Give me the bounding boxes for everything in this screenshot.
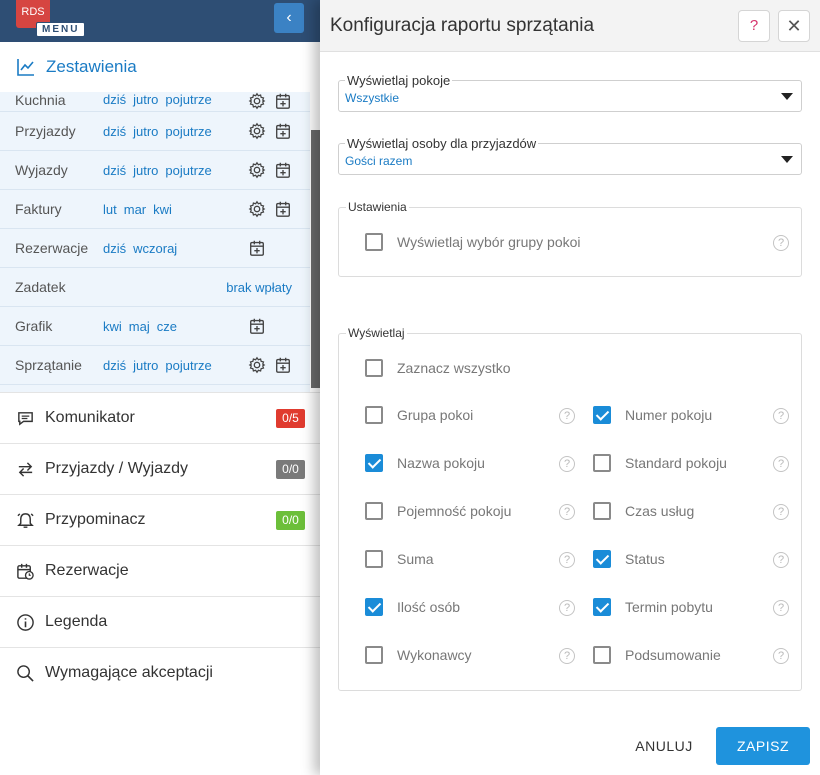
- help-icon[interactable]: ?: [773, 456, 789, 472]
- option-label: Czas usług: [625, 503, 695, 519]
- option-label: Status: [625, 551, 665, 567]
- display-group: Wyświetlaj Zaznacz wszystko Grupa pokoi?…: [338, 326, 802, 691]
- option-checkbox[interactable]: [365, 406, 383, 424]
- help-icon[interactable]: ?: [773, 235, 789, 251]
- option-checkbox[interactable]: [365, 550, 383, 568]
- help-icon[interactable]: ?: [559, 408, 575, 424]
- help-icon[interactable]: ?: [559, 600, 575, 616]
- caret-down-icon: [781, 93, 793, 100]
- people-select[interactable]: Wyświetlaj osoby dla przyjazdów Gości ra…: [338, 136, 802, 175]
- panel-header: Konfiguracja raportu sprzątania ? ✕: [320, 0, 820, 52]
- panel-title: Konfiguracja raportu sprzątania: [330, 14, 595, 36]
- rooms-select-label: Wyświetlaj pokoje: [345, 73, 453, 88]
- option-checkbox[interactable]: [365, 598, 383, 616]
- option-label: Grupa pokoi: [397, 407, 474, 423]
- rooms-select-value: Wszystkie: [345, 91, 399, 105]
- save-button[interactable]: ZAPISZ: [716, 727, 810, 765]
- help-icon[interactable]: ?: [559, 504, 575, 520]
- option-label: Pojemność pokoju: [397, 503, 512, 519]
- help-icon[interactable]: ?: [773, 504, 789, 520]
- option-label: Standard pokoju: [625, 455, 727, 471]
- people-select-value: Gości razem: [345, 154, 413, 168]
- question-icon: ?: [749, 17, 759, 34]
- option-label: Termin pobytu: [625, 599, 713, 615]
- select-all-checkbox[interactable]: [365, 359, 383, 377]
- help-icon[interactable]: ?: [773, 600, 789, 616]
- group-select-checkbox[interactable]: [365, 233, 383, 251]
- option-label: Numer pokoju: [625, 407, 713, 423]
- option-label: Nazwa pokoju: [397, 455, 485, 471]
- select-all-label: Zaznacz wszystko: [397, 360, 511, 376]
- help-icon[interactable]: ?: [773, 648, 789, 664]
- help-icon[interactable]: ?: [559, 456, 575, 472]
- cancel-button[interactable]: ANULUJ: [632, 728, 696, 764]
- option-checkbox[interactable]: [593, 406, 611, 424]
- rooms-select[interactable]: Wyświetlaj pokoje Wszystkie: [338, 73, 802, 112]
- settings-legend: Ustawienia: [346, 200, 409, 214]
- report-config-panel: Konfiguracja raportu sprzątania ? ✕ Wyśw…: [320, 0, 820, 775]
- caret-down-icon: [781, 156, 793, 163]
- option-checkbox[interactable]: [593, 646, 611, 664]
- option-label: Wykonawcy: [397, 647, 472, 663]
- people-select-label: Wyświetlaj osoby dla przyjazdów: [345, 136, 539, 151]
- option-checkbox[interactable]: [365, 646, 383, 664]
- display-legend: Wyświetlaj: [346, 326, 407, 340]
- option-checkbox[interactable]: [593, 454, 611, 472]
- option-label: Podsumowanie: [625, 647, 721, 663]
- help-icon[interactable]: ?: [773, 552, 789, 568]
- option-label: Suma: [397, 551, 434, 567]
- option-checkbox[interactable]: [365, 502, 383, 520]
- option-label: Ilość osób: [397, 599, 461, 615]
- help-button[interactable]: ?: [738, 10, 770, 42]
- settings-group: Ustawienia Wyświetlaj wybór grupy pokoi …: [338, 200, 802, 277]
- option-checkbox[interactable]: [593, 598, 611, 616]
- option-checkbox[interactable]: [593, 502, 611, 520]
- help-icon[interactable]: ?: [559, 552, 575, 568]
- option-checkbox[interactable]: [593, 550, 611, 568]
- close-icon: ✕: [786, 16, 802, 36]
- group-select-label: Wyświetlaj wybór grupy pokoi: [397, 234, 581, 250]
- close-button[interactable]: ✕: [778, 10, 810, 42]
- help-icon[interactable]: ?: [559, 648, 575, 664]
- help-icon[interactable]: ?: [773, 408, 789, 424]
- option-checkbox[interactable]: [365, 454, 383, 472]
